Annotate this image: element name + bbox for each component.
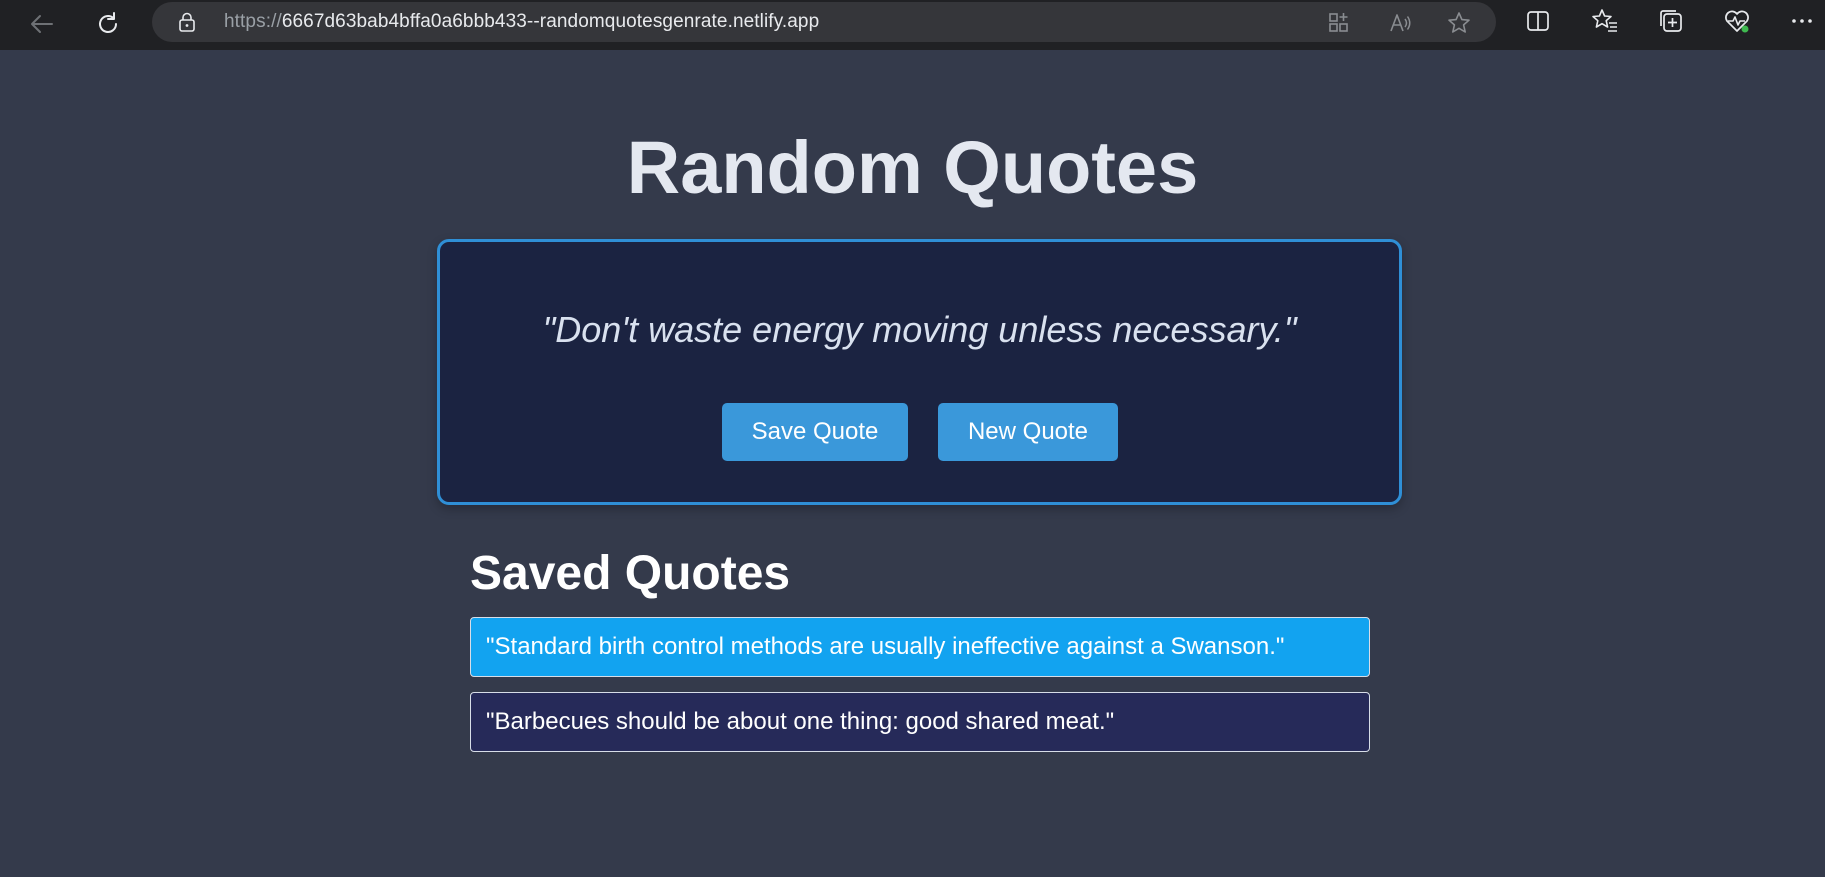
saved-quote-item[interactable]: "Standard birth control methods are usua…	[470, 617, 1370, 677]
url-host: 6667d63bab4bffa0a6bbb433--randomquotesge…	[281, 11, 820, 32]
quote-card: "Don't waste energy moving unless necess…	[437, 239, 1402, 505]
refresh-icon	[99, 12, 117, 33]
browser-toolbar: https://6667d63bab4bffa0a6bbb433--random…	[0, 0, 1825, 50]
address-bar[interactable]: https://6667d63bab4bffa0a6bbb433--random…	[152, 2, 1496, 42]
url-scheme: https://	[224, 11, 282, 32]
lock-icon[interactable]	[177, 12, 197, 32]
back-arrow-icon	[31, 15, 53, 33]
split-screen-icon[interactable]	[1523, 6, 1553, 36]
browser-essentials-icon[interactable]	[1722, 6, 1752, 36]
favorite-star-icon[interactable]	[1446, 10, 1472, 36]
back-button[interactable]	[22, 4, 62, 44]
favorites-list-icon[interactable]	[1590, 6, 1620, 36]
current-quote: "Don't waste energy moving unless necess…	[542, 309, 1297, 350]
page-title: Random Quotes	[626, 126, 1199, 209]
refresh-button[interactable]	[88, 4, 128, 44]
more-menu-icon[interactable]	[1787, 6, 1817, 36]
new-quote-button[interactable]: New Quote	[938, 403, 1118, 461]
saved-quote-item[interactable]: "Barbecues should be about one thing: go…	[470, 692, 1370, 752]
saved-quotes-heading: Saved Quotes	[470, 547, 791, 600]
save-quote-button[interactable]: Save Quote	[722, 403, 908, 461]
collections-icon[interactable]	[1656, 6, 1686, 36]
app-available-icon[interactable]	[1326, 10, 1352, 36]
url-text[interactable]: https://6667d63bab4bffa0a6bbb433--random…	[224, 11, 819, 33]
read-aloud-icon[interactable]	[1387, 10, 1413, 36]
